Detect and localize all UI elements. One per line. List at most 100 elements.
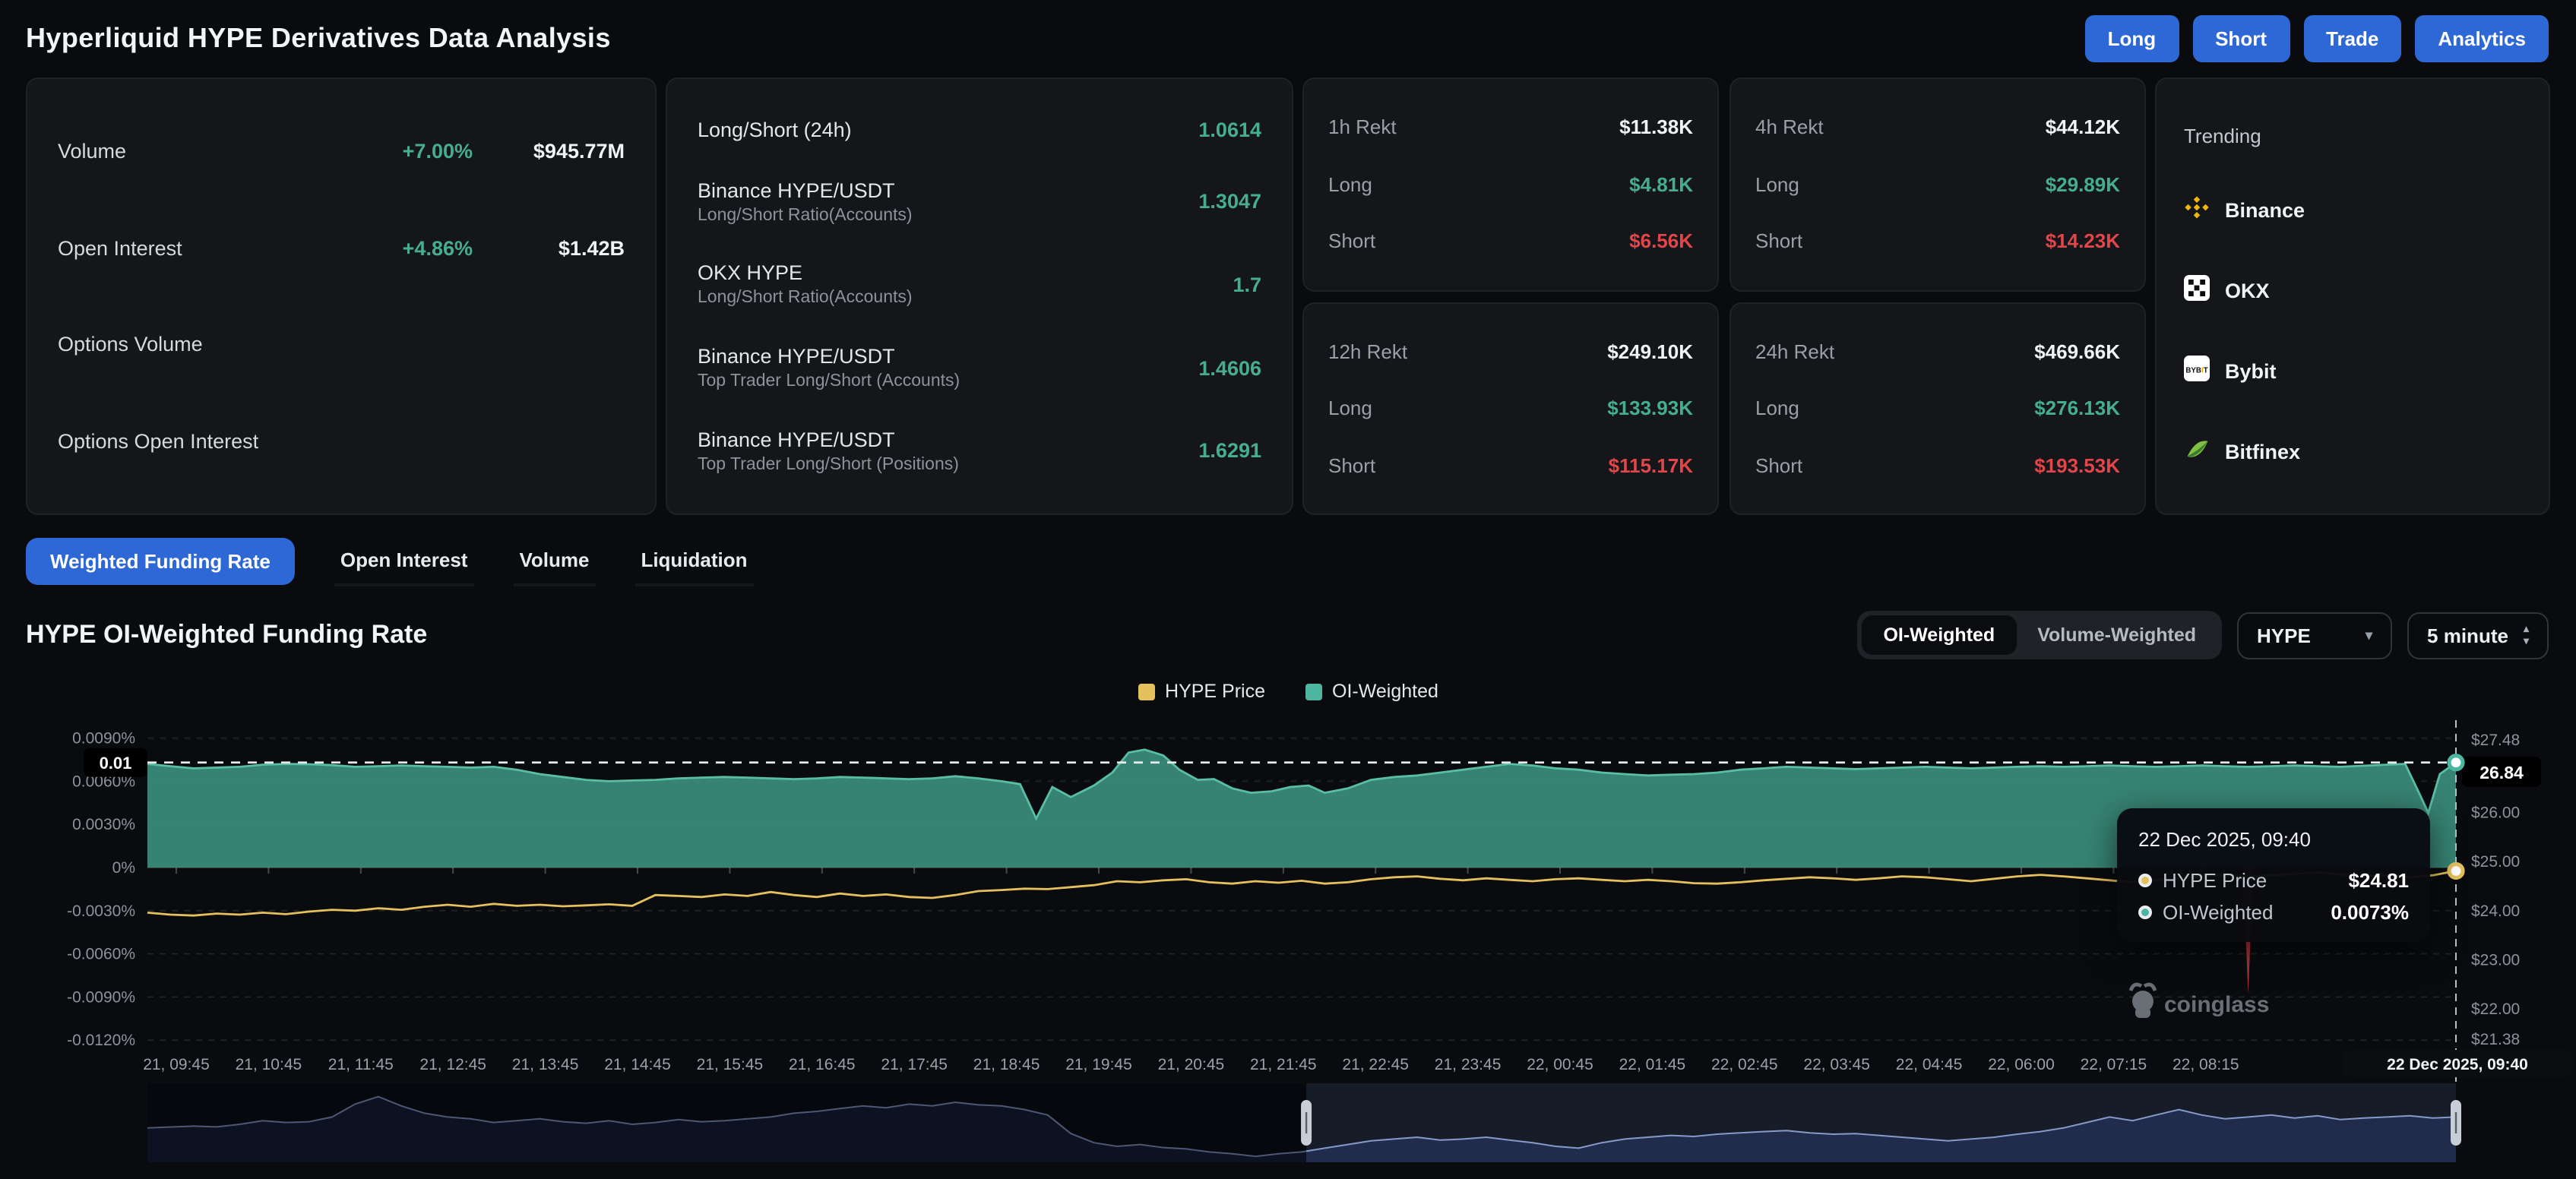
svg-text:BYBIT: BYBIT — [2185, 366, 2207, 375]
stat-change: +7.00% — [336, 141, 473, 163]
tooltip-series-value: $24.81 — [2348, 869, 2409, 892]
legend-swatch — [1138, 683, 1154, 700]
legend-item-oi-weighted[interactable]: OI-Weighted — [1305, 681, 1438, 702]
market-stats-card: Volume+7.00%$945.77MOpen Interest+4.86%$… — [26, 77, 657, 515]
tab-open-interest[interactable]: Open Interest — [334, 536, 474, 586]
ratio-row: OKX HYPELong/Short Ratio(Accounts)1.7 — [698, 262, 1261, 308]
chart-tooltip: 22 Dec 2025, 09:40 HYPE Price$24.81 OI-We… — [2117, 808, 2430, 942]
trending-item-label: OKX — [2225, 280, 2270, 302]
x-axis-tick: 22, 07:15 — [2081, 1056, 2147, 1073]
rekt-period-label: 1h Rekt — [1328, 116, 1397, 139]
rekt-header-line: 12h Rekt $249.10K — [1328, 340, 1693, 363]
trending-item-binance[interactable]: Binance — [2184, 194, 2521, 227]
rekt-long-line: Long$276.13K — [1755, 397, 2120, 420]
rekt-short-value: $6.56K — [1629, 230, 1693, 253]
page-title: Hyperliquid HYPE Derivatives Data Analys… — [26, 23, 611, 55]
left-axis-tick: 0.0090% — [72, 730, 135, 748]
header-button-analytics[interactable]: Analytics — [2415, 15, 2549, 62]
left-axis-tick: 0% — [112, 859, 135, 877]
rekt-long-value: $4.81K — [1629, 173, 1693, 196]
series-dot-icon — [2138, 874, 2152, 887]
ratio-value: 1.3047 — [1198, 191, 1261, 213]
stat-label: Open Interest — [58, 237, 336, 260]
tooltip-row-oi-weighted: OI-Weighted0.0073% — [2138, 901, 2409, 924]
legend-label: OI-Weighted — [1332, 681, 1438, 702]
tooltip-row-hype-price: HYPE Price$24.81 — [2138, 869, 2409, 892]
coinglass-watermark: coinglass — [2131, 985, 2269, 1018]
left-axis-tick: -0.0090% — [67, 988, 135, 1006]
stats-row: Volume+7.00%$945.77MOpen Interest+4.86%$… — [0, 71, 2576, 515]
x-axis-tick: 21, 16:45 — [789, 1056, 856, 1073]
rekt-header-line: 24h Rekt$469.66K — [1755, 340, 2120, 363]
ratio-labels: Binance HYPE/USDTLong/Short Ratio(Accoun… — [698, 179, 1198, 225]
rekt-short-line: Short$115.17K — [1328, 454, 1693, 477]
navigator-handle-right[interactable] — [2451, 1100, 2461, 1146]
tooltip-date: 22 Dec 2025, 09:40 — [2138, 828, 2409, 851]
header-button-trade[interactable]: Trade — [2303, 15, 2401, 62]
rekt-total-value: $469.66K — [2034, 340, 2120, 363]
trending-item-okx[interactable]: OKX — [2184, 274, 2521, 308]
right-axis-tick: $22.00 — [2471, 1000, 2520, 1018]
toggle-option-oi-weighted[interactable]: OI-Weighted — [1862, 615, 2016, 655]
legend-item-hype-price[interactable]: HYPE Price — [1138, 681, 1265, 702]
interval-select[interactable]: 5 minute ▴▾ — [2407, 612, 2549, 659]
rekt-short-line: Short$14.23K — [1755, 230, 2120, 253]
rekt-long-label: Long — [1328, 173, 1372, 196]
ratio-row: Binance HYPE/USDTTop Trader Long/Short (… — [698, 428, 1261, 473]
long-short-ratio-card: Long/Short (24h)1.0614Binance HYPE/USDTL… — [666, 77, 1293, 515]
chart-title: HYPE OI-Weighted Funding Rate — [26, 620, 427, 650]
header-button-short[interactable]: Short — [2192, 15, 2290, 62]
x-axis-tick: 21, 21:45 — [1250, 1056, 1317, 1073]
symbol-select[interactable]: HYPE ▾ — [2237, 612, 2392, 659]
okx-icon — [2184, 274, 2210, 308]
trending-item-label: Bitfinex — [2225, 441, 2300, 463]
x-axis-tick: 22, 04:45 — [1896, 1056, 1963, 1073]
rekt-short-value: $115.17K — [1609, 454, 1693, 477]
interval-select-value: 5 minute — [2427, 624, 2508, 646]
ratio-sublabel: Top Trader Long/Short (Accounts) — [698, 372, 1198, 390]
rekt-header-line: 4h Rekt$44.12K — [1755, 116, 2120, 139]
rekt-period-label: 12h Rekt — [1328, 340, 1407, 363]
toggle-option-volume-weighted[interactable]: Volume-Weighted — [2016, 615, 2217, 655]
x-axis-tick: 21, 19:45 — [1065, 1056, 1132, 1073]
x-axis-tick: 21, 17:45 — [881, 1056, 948, 1073]
x-axis-tick: 22, 01:45 — [1619, 1056, 1686, 1073]
ratio-sublabel: Long/Short Ratio(Accounts) — [698, 289, 1233, 308]
x-axis-tick: 21, 11:45 — [328, 1056, 394, 1073]
header-buttons: Long Short Trade Analytics — [2085, 15, 2549, 62]
navigator-selection[interactable] — [1306, 1083, 2456, 1162]
rekt-short-line: Short $193.53K — [1755, 454, 2120, 477]
tab-weighted-funding-rate[interactable]: Weighted Funding Rate — [26, 538, 295, 585]
navigator-handle-left[interactable] — [1301, 1100, 1312, 1146]
rekt-long-label: Long — [1328, 397, 1372, 420]
ratio-label: Binance HYPE/USDT — [698, 428, 1198, 450]
stat-row: Options Open Interest — [58, 430, 625, 453]
right-axis-tick: $27.48 — [2471, 732, 2520, 749]
rekt-short-value: $193.53K — [2034, 454, 2120, 477]
tab-liquidation[interactable]: Liquidation — [635, 536, 753, 586]
rekt-total-value: $11.38K — [1619, 116, 1693, 139]
trending-item-bitfinex[interactable]: Bitfinex — [2184, 435, 2521, 469]
top-bar: Hyperliquid HYPE Derivatives Data Analys… — [0, 0, 2576, 71]
rekt-long-value: $276.13K — [2034, 397, 2120, 420]
ratio-labels: Binance HYPE/USDTTop Trader Long/Short (… — [698, 428, 1198, 473]
left-axis-tick: 0.0030% — [72, 816, 135, 833]
weight-toggle: OI-WeightedVolume-Weighted — [1857, 611, 2222, 659]
stat-row: Open Interest+4.86%$1.42B — [58, 237, 625, 260]
ratio-label: Long/Short (24h) — [698, 119, 1198, 142]
x-axis-tick: 22, 00:45 — [1527, 1056, 1593, 1073]
rekt-total-value: $249.10K — [1607, 340, 1693, 363]
x-axis-tick: 22, 03:45 — [1803, 1056, 1870, 1073]
ratio-row: Binance HYPE/USDTLong/Short Ratio(Accoun… — [698, 179, 1261, 225]
right-axis-tick: $25.00 — [2471, 853, 2520, 871]
bitfinex-icon — [2184, 435, 2210, 469]
rekt-short-label: Short — [1755, 454, 1802, 477]
header-button-long[interactable]: Long — [2085, 15, 2179, 62]
chart-canvas[interactable]: 0.0090%0.0060%0.0030%0%-0.0030%-0.0060%-… — [0, 708, 2576, 1179]
tab-volume[interactable]: Volume — [513, 536, 595, 586]
x-axis-tick: 21, 20:45 — [1158, 1056, 1225, 1073]
trending-item-bybit[interactable]: BYBIT Bybit — [2184, 355, 2521, 388]
chart-legend: HYPE Price OI-Weighted — [0, 681, 2576, 702]
chevron-down-icon: ▾ — [2366, 628, 2372, 642]
trending-item-label: Bybit — [2225, 360, 2277, 383]
